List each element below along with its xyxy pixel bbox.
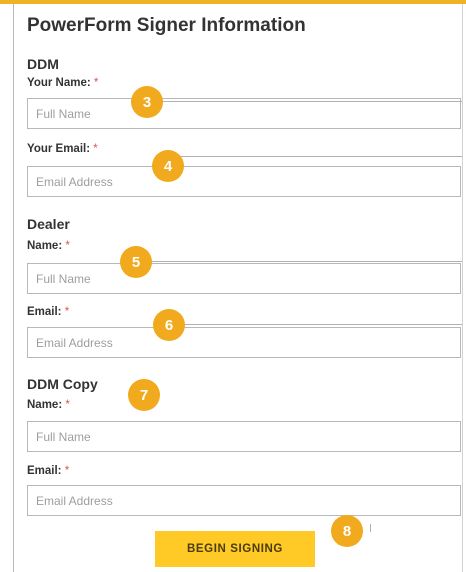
- callout-badge-8: 8: [331, 515, 363, 547]
- callout-connector-3: [150, 101, 462, 102]
- ddm-copy-name-label-text: Name:: [27, 399, 63, 411]
- ddm-copy-email-label: Email: *: [27, 465, 69, 477]
- callout-badge-4: 4: [152, 150, 184, 182]
- required-marker: *: [64, 465, 70, 477]
- required-marker: *: [93, 77, 99, 89]
- required-marker: *: [64, 306, 70, 318]
- form-title: PowerForm Signer Information: [27, 15, 306, 36]
- dealer-email-label-text: Email:: [27, 306, 62, 318]
- required-marker: *: [65, 240, 70, 252]
- section-heading-ddm-copy: DDM Copy: [27, 376, 98, 392]
- ddm-email-label: Your Email: *: [27, 143, 98, 155]
- ddm-name-label-text: Your Name:: [27, 77, 91, 89]
- ddm-copy-email-input[interactable]: [27, 485, 461, 516]
- dealer-email-label: Email: *: [27, 306, 69, 318]
- callout-badge-6: 6: [153, 309, 185, 341]
- dealer-name-input[interactable]: [27, 263, 461, 294]
- callout-connector-5: [148, 261, 462, 262]
- section-heading-ddm: DDM: [27, 56, 59, 72]
- callout-badge-7: 7: [128, 379, 160, 411]
- top-accent-line: [0, 0, 466, 4]
- begin-signing-button[interactable]: BEGIN SIGNING: [155, 531, 315, 567]
- dealer-email-input[interactable]: [27, 327, 461, 358]
- ddm-copy-email-label-text: Email:: [27, 465, 62, 477]
- ddm-name-input[interactable]: [27, 98, 461, 129]
- dealer-name-label-text: Name:: [27, 240, 63, 252]
- callout-connector-4: [177, 156, 462, 157]
- ddm-copy-name-input[interactable]: [27, 421, 461, 452]
- panel-left-border: [13, 4, 14, 572]
- ddm-name-label: Your Name: *: [27, 77, 98, 89]
- callout-connector-8: [370, 524, 371, 532]
- callout-badge-3: 3: [131, 86, 163, 118]
- section-heading-dealer: Dealer: [27, 216, 70, 232]
- ddm-copy-name-label: Name: *: [27, 399, 70, 411]
- panel-right-border: [462, 4, 463, 572]
- ddm-email-input[interactable]: [27, 166, 461, 197]
- dealer-name-label: Name: *: [27, 240, 70, 252]
- ddm-email-label-text: Your Email:: [27, 143, 91, 155]
- required-marker: *: [93, 143, 98, 155]
- required-marker: *: [65, 399, 70, 411]
- callout-badge-5: 5: [120, 246, 152, 278]
- callout-connector-6: [180, 324, 462, 325]
